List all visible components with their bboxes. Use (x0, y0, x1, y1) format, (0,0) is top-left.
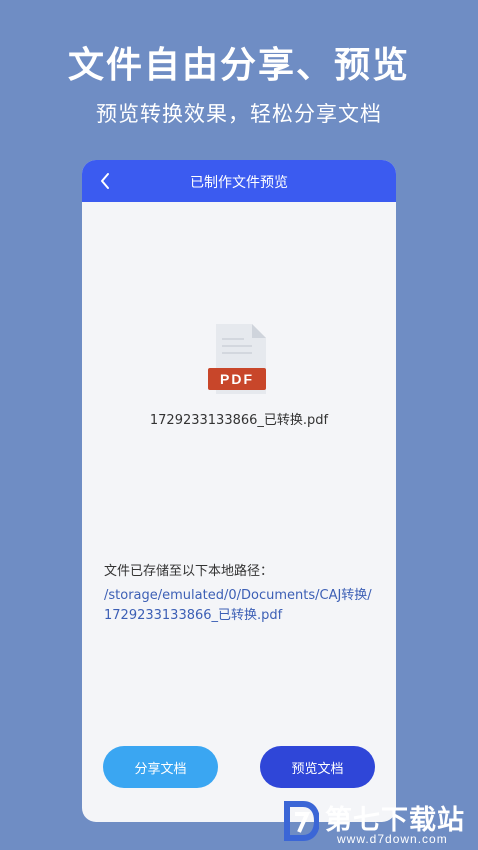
pdf-badge-label: PDF (220, 371, 254, 387)
file-name: 1729233133866_已转换.pdf (149, 413, 329, 428)
promo-subheadline: 预览转换效果，轻松分享文档 (96, 102, 382, 126)
share-document-button[interactable]: 分享文档 (103, 746, 218, 788)
d7-logo-icon (284, 801, 319, 841)
site-watermark: 第七下载站 www.d7down.com (283, 796, 473, 846)
preview-document-button[interactable]: 预览文档 (260, 746, 375, 788)
pdf-file-icon: PDF (208, 324, 270, 396)
storage-path-value[interactable]: /storage/emulated/0/Documents/CAJ转换/1729… (104, 586, 374, 626)
promo-headline: 文件自由分享、预览 (67, 45, 410, 86)
app-screen: 已制作文件预览 PDF 1729233133866_已转换.pdf 文件已存储至… (82, 160, 396, 822)
page-title: 已制作文件预览 (190, 175, 288, 191)
app-bar: 已制作文件预览 (82, 160, 396, 202)
watermark-url: www.d7down.com (337, 832, 448, 846)
storage-path-label: 文件已存储至以下本地路径： (104, 564, 274, 579)
